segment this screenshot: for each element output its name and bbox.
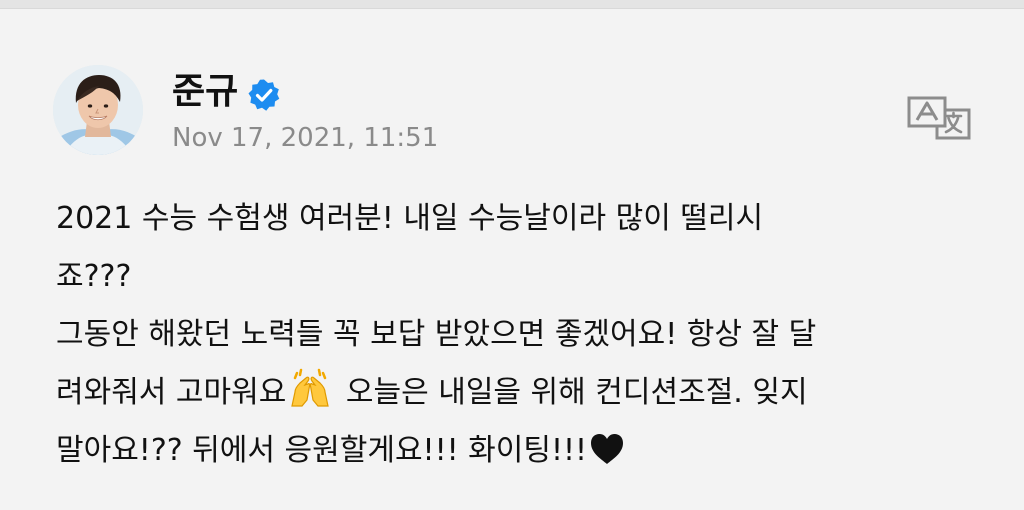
post-body-text: 려와줘서 고마워요 — [56, 375, 287, 410]
post-body-line: 려와줘서 고마워요 오늘은 내일을 위해 컨디션조절. 잊지 — [56, 364, 986, 422]
post-body-text: 말아요!?? 뒤에서 응원할게요!!! 화이팅!!! — [56, 433, 588, 468]
post-body-line: 죠??? — [56, 259, 132, 294]
translate-button[interactable] — [905, 95, 973, 141]
post-body: 2021 수능 수험생 여러분! 내일 수능날이라 많이 떨리시 죠??? 그동… — [56, 190, 986, 480]
post-timestamp: Nov 17, 2021, 11:51 — [172, 123, 439, 153]
post-body-line: 2021 수능 수험생 여러분! 내일 수능날이라 많이 떨리시 — [56, 201, 764, 236]
author-avatar[interactable] — [53, 65, 143, 155]
top-divider — [0, 0, 1024, 9]
verified-badge-icon — [247, 78, 281, 112]
profile-photo-icon — [53, 65, 143, 155]
post-body-line: 그동안 해왔던 노력들 꼭 보답 받았으면 좋겠어요! 항상 잘 달 — [56, 317, 817, 352]
post-screen: 준규 Nov 17, 2021, 11:51 2021 수능 수험생 여러분! … — [0, 0, 1024, 510]
black-heart-emoji-icon — [591, 434, 624, 464]
author-name[interactable]: 준규 — [172, 68, 238, 116]
translate-icon — [907, 96, 971, 140]
post-body-line: 말아요!?? 뒤에서 응원할게요!!! 화이팅!!! — [56, 422, 986, 480]
raising-hands-emoji-icon — [291, 368, 330, 407]
post-body-text: 오늘은 내일을 위해 컨디션조절. 잊지 — [336, 375, 808, 410]
